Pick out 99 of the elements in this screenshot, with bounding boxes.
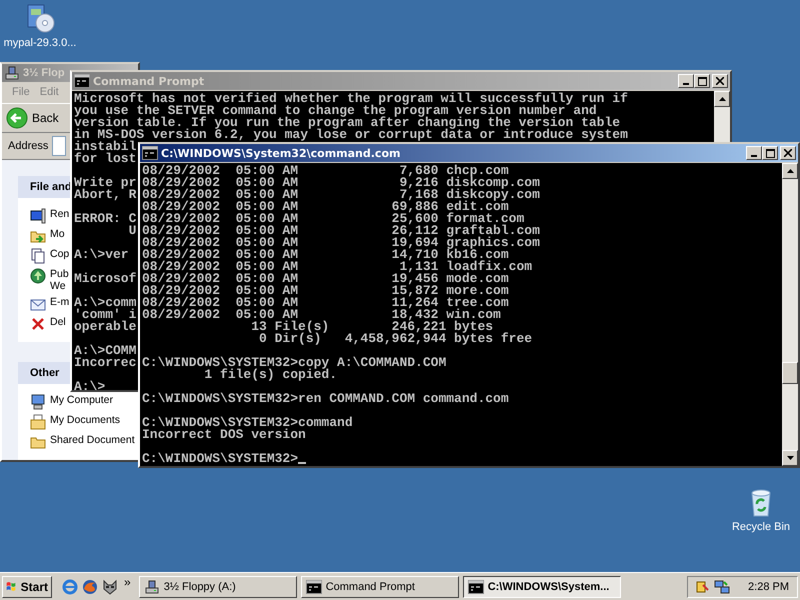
close-button[interactable] [712, 74, 728, 88]
console-line: C:\WINDOWS\SYSTEM32> [142, 453, 298, 465]
console-line: A:\>ver [74, 249, 129, 261]
up-arrow-icon [786, 169, 794, 173]
close-icon [716, 77, 724, 85]
console-line: 08/29/2002 05:00 AM 18,432 win.com [142, 309, 501, 321]
console-line: Incorrect DOS version [142, 429, 306, 441]
console-icon [306, 580, 322, 594]
task-link[interactable]: My Computer [50, 394, 114, 406]
console-line: 1 file(s) copied. [204, 369, 338, 381]
console-line: 13 File(s) 246,221 bytes [250, 321, 494, 333]
console-line: C:\WINDOWS\SYSTEM32>command [142, 417, 353, 429]
down-arrow-icon [786, 456, 794, 460]
window-title: C:\WINDOWS\System32\command.com [161, 146, 402, 160]
globe-icon [30, 268, 46, 284]
console-line: 08/29/2002 05:00 AM 14,710 kb16.com [142, 249, 509, 261]
console-line: 08/29/2002 05:00 AM 7,680 chcp.com [142, 165, 509, 177]
console-line: 08/29/2002 05:00 AM 19,456 mode.com [142, 273, 509, 285]
console-line: 08/29/2002 05:00 AM 19,694 graphics.com [142, 237, 540, 249]
window-title: Command Prompt [93, 74, 206, 88]
folder-documents-icon [30, 414, 46, 430]
floppy-drive-icon [4, 65, 20, 82]
console-line: 08/29/2002 05:00 AM 26,112 graftabl.com [142, 225, 540, 237]
task-link[interactable]: Mo [50, 228, 65, 240]
scroll-up-button[interactable] [714, 91, 730, 107]
task-link[interactable]: Cop [50, 248, 70, 260]
console-line: Write pr [74, 177, 136, 189]
console-line: you use the SETVER command to change the program version number and [74, 105, 597, 117]
console-line: for lost [74, 153, 136, 165]
console-line: Abort, R [74, 189, 136, 201]
console-line: 08/29/2002 05:00 AM 9,216 diskcomp.com [142, 177, 540, 189]
console-line: 08/29/2002 05:00 AM 15,872 more.com [142, 285, 509, 297]
window-title: 3½ Flop [23, 67, 66, 80]
console-line: 08/29/2002 05:00 AM 69,886 edit.com [142, 201, 509, 213]
console-icon [74, 74, 90, 88]
pages-icon [30, 248, 46, 264]
console-line: 'comm' i [74, 309, 136, 321]
browser-icon[interactable] [62, 578, 78, 594]
more-button[interactable]: » [124, 575, 131, 589]
console-line: instabil [74, 141, 136, 153]
close-icon [784, 149, 792, 157]
panel-header[interactable]: Other [18, 362, 72, 384]
console-line: 08/29/2002 05:00 AM 11,264 tree.com [142, 297, 509, 309]
up-arrow-icon [718, 97, 726, 101]
task-link[interactable]: Pub We [50, 268, 69, 292]
task-link[interactable]: Del [50, 316, 66, 328]
computer-icon [30, 394, 46, 410]
flag-icon [6, 579, 17, 594]
desktop-icon-label[interactable]: Recycle Bin [732, 521, 790, 533]
console-line: C:\WINDOWS\SYSTEM32>ren COMMAND.COM command.com [142, 393, 509, 405]
start-button[interactable]: Start [2, 576, 52, 598]
console-line: 08/29/2002 05:00 AM 7,168 diskcopy.com [142, 189, 540, 201]
shield-icon [694, 578, 710, 594]
desktop-icon-label[interactable]: mypal-29.3.0... [4, 37, 76, 49]
console-icon [468, 580, 484, 594]
console-line: in MS-DOS version 6.2, you may lose or corrupt data or introduce system [74, 129, 628, 141]
network-icon [714, 578, 730, 594]
delete-icon [30, 316, 46, 332]
close-button[interactable] [780, 146, 796, 160]
task-link[interactable]: E-m [50, 296, 70, 308]
console-line: Microsoft has not verified whether the program will successfully run if [74, 93, 628, 105]
floppy-drive-icon [144, 578, 160, 594]
raccoon-icon[interactable] [102, 578, 118, 594]
console-line: U [128, 225, 136, 237]
console-line: 0 Dir(s) 4,458,962,944 bytes free [258, 333, 532, 345]
taskbar-button[interactable]: C:\WINDOWS\System... [462, 576, 621, 598]
task-link[interactable]: Ren [50, 208, 70, 220]
console-line: Microsof [74, 273, 136, 285]
address-field[interactable] [52, 136, 66, 156]
console-line: A:\>comm [74, 297, 136, 309]
console-line: operable [74, 321, 136, 333]
console-line: Incorrec [74, 357, 136, 369]
console-line: version table. If you run the program after changing the version table [74, 117, 620, 129]
taskbar-button[interactable]: 3½ Floppy (A:) [138, 576, 297, 598]
console-line: C:\WINDOWS\SYSTEM32>copy A:\COMMAND.COM [142, 357, 446, 369]
minimize-button[interactable] [678, 74, 694, 88]
scrollbar[interactable] [782, 163, 798, 466]
scroll-up-button[interactable] [782, 163, 798, 179]
console-line: 08/29/2002 05:00 AM 25,600 format.com [142, 213, 524, 225]
task-link[interactable]: My Documents [50, 414, 120, 426]
maximize-icon [766, 148, 774, 158]
fox-globe-icon[interactable] [82, 578, 98, 594]
address-label: Address [8, 140, 48, 152]
scroll-thumb[interactable] [782, 362, 798, 384]
scroll-down-button[interactable] [782, 450, 798, 466]
console-line: ERROR: C [74, 213, 136, 225]
clock: 2:28 PM [748, 580, 789, 592]
maximize-button[interactable] [762, 146, 778, 160]
minimize-button[interactable] [746, 146, 762, 160]
console-icon [142, 146, 158, 160]
console-line: A:\> [74, 381, 106, 390]
maximize-icon [698, 76, 706, 86]
taskbar-button[interactable]: Command Prompt [300, 576, 459, 598]
task-link[interactable]: Shared Document [50, 434, 135, 446]
maximize-button[interactable] [694, 74, 710, 88]
monitor-icon [30, 208, 46, 224]
console-line: A:\>COMM [74, 345, 136, 357]
back-button[interactable]: Back [6, 107, 59, 129]
console-line: 08/29/2002 05:00 AM 1,131 loadfix.com [142, 261, 532, 273]
